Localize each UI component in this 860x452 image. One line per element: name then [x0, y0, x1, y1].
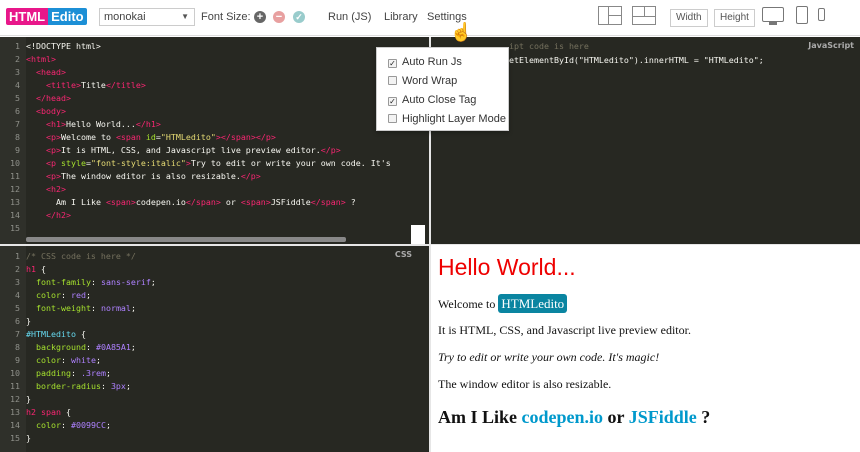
css-pane-label: CSS — [394, 250, 412, 259]
run-js-button[interactable]: Run (JS) — [328, 11, 371, 23]
menu-item-highlight-layer-mode[interactable]: Highlight Layer Mode — [377, 110, 508, 129]
js-placeholder: ipt code is here — [509, 41, 589, 51]
settings-menu: ✓ Auto Run Js Word Wrap ✓ Auto Close Tag H… — [376, 47, 509, 131]
layout-grid-icon[interactable] — [598, 6, 622, 25]
font-size-label: Font Size: — [201, 11, 251, 23]
height-button[interactable]: Height — [714, 9, 755, 27]
menu-item-auto-close-tag[interactable]: ✓ Auto Close Tag — [377, 91, 508, 110]
preview-subheading: Am I Like codepen.io or JSFiddle ? — [438, 407, 711, 427]
layout-split-icon[interactable] — [632, 6, 656, 25]
check-icon[interactable]: ✓ — [293, 11, 305, 23]
preview-welcome: Welcome to HTMLedito — [438, 294, 568, 314]
theme-select[interactable]: monokai ▼ — [99, 8, 195, 26]
desktop-icon[interactable] — [762, 7, 784, 22]
htmledito-badge: HTMLedito — [498, 294, 568, 313]
horizontal-scrollbar[interactable] — [26, 237, 346, 242]
html-editor-pane[interactable]: 1 <!DOCTYPE html> 2 <html> 3 <head> 4 <tit… — [0, 37, 429, 244]
checkbox-icon[interactable] — [388, 76, 397, 85]
preview-paragraph: It is HTML, CSS, and Javascript live pre… — [438, 323, 691, 337]
tablet-icon[interactable] — [796, 6, 808, 24]
menu-item-auto-run-js[interactable]: ✓ Auto Run Js — [377, 53, 508, 72]
width-button[interactable]: Width — [670, 9, 708, 27]
library-button[interactable]: Library — [384, 11, 418, 23]
logo-edito: Edito — [48, 8, 87, 25]
js-code-line: etElementById("HTMLedito").innerHTML = "… — [509, 55, 764, 65]
theme-value: monokai — [104, 11, 146, 23]
checkbox-icon[interactable] — [388, 114, 397, 123]
app-logo: HTML Edito — [6, 8, 87, 25]
hand-cursor-icon: ☝ — [450, 22, 473, 42]
preview-resize-paragraph: The window editor is also resizable. — [438, 377, 612, 391]
preview-pane: Hello World... Welcome to HTMLedito It i… — [431, 245, 860, 452]
toolbar: HTML Edito monokai ▼ Font Size: + − ✓ Run … — [0, 0, 860, 36]
checkbox-checked-icon[interactable]: ✓ — [388, 59, 397, 68]
phone-icon[interactable] — [818, 8, 825, 21]
menu-item-word-wrap[interactable]: Word Wrap — [377, 72, 508, 91]
preview-italic-paragraph: Try to edit or write your own code. It's… — [438, 350, 660, 364]
css-editor-pane[interactable]: CSS 1/* CSS code is here */ 2 h1 { 3 font… — [0, 246, 429, 452]
js-pane-label: JavaScript — [808, 41, 854, 50]
preview-heading: Hello World... — [438, 254, 576, 280]
font-decrease-icon[interactable]: − — [273, 11, 285, 23]
scroll-corner — [411, 225, 425, 244]
font-increase-icon[interactable]: + — [254, 11, 266, 23]
logo-html: HTML — [6, 8, 49, 25]
chevron-down-icon: ▼ — [181, 12, 189, 21]
checkbox-checked-icon[interactable]: ✓ — [388, 97, 397, 106]
